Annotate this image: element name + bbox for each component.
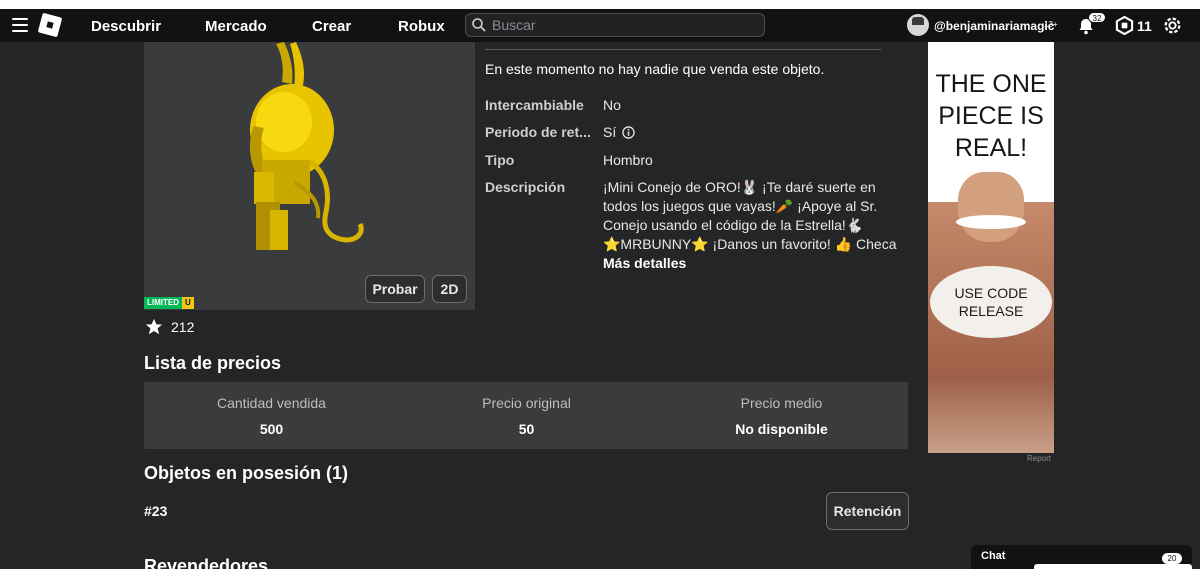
nav-link-create[interactable]: Crear: [312, 18, 351, 35]
price-list-title: Lista de precios: [144, 353, 282, 373]
view-2d-button[interactable]: 2D: [432, 275, 467, 303]
favorite-row[interactable]: 212: [145, 318, 194, 336]
description-label: Descripción: [485, 179, 566, 195]
ad-character-face: [958, 172, 1024, 242]
browser-top-strip: [0, 0, 1200, 9]
nav-link-discover[interactable]: Descubrir: [91, 18, 161, 35]
item-thumbnail: Probar 2D: [144, 42, 475, 310]
age-badge: 13+: [1044, 20, 1058, 29]
nav-link-robux[interactable]: Robux: [398, 18, 445, 35]
nav-link-marketplace[interactable]: Mercado: [205, 18, 267, 35]
owned-items-title: Objetos en posesión (1): [144, 463, 349, 483]
golden-bunny-mask-image: [249, 42, 364, 250]
hold-period-text: Sí: [603, 124, 617, 140]
no-sellers-notice: En este momento no hay nadie que venda e…: [485, 61, 825, 77]
price-column-value: 500: [259, 421, 284, 437]
user-avatar[interactable]: [907, 14, 929, 36]
chat-label[interactable]: Chat: [981, 550, 1005, 562]
ad-report-link[interactable]: Report: [1027, 454, 1051, 463]
roblox-logo-icon[interactable]: [37, 12, 63, 38]
details-divider: [485, 49, 881, 50]
price-column-header: Precio medio: [740, 395, 823, 411]
type-label: Tipo: [485, 152, 515, 168]
hamburger-menu-icon[interactable]: [12, 18, 28, 32]
price-list-table: Cantidad vendida 500 Precio original 50 …: [144, 382, 908, 449]
price-column-header: Cantidad vendida: [217, 395, 326, 411]
info-icon[interactable]: [622, 125, 635, 139]
unique-label: U: [182, 297, 194, 309]
sponsored-ad-banner[interactable]: THE ONE PIECE IS REAL! USE CODE RELEASE: [928, 42, 1054, 453]
owned-serial-number: #23: [144, 503, 168, 519]
ad-speech-bubble: USE CODE RELEASE: [930, 266, 1052, 338]
ad-headline: THE ONE PIECE IS REAL!: [935, 70, 1047, 162]
chat-bar[interactable]: Chat 20: [971, 545, 1192, 569]
chat-search-input[interactable]: [1034, 564, 1192, 569]
resellers-title: Revendedores: [144, 556, 269, 569]
ad-bubble-text: USE CODE RELEASE: [954, 285, 1028, 319]
settings-gear-icon[interactable]: [1162, 15, 1183, 36]
price-column-header: Precio original: [482, 395, 571, 411]
star-icon[interactable]: [145, 318, 163, 336]
favorites-count: 212: [171, 319, 195, 335]
more-details-link[interactable]: Más detalles: [603, 255, 686, 271]
limited-label: LIMITED: [144, 297, 182, 309]
search-icon: [472, 18, 486, 32]
price-column-value: 50: [518, 421, 535, 437]
description-text: ¡Mini Conejo de ORO!🐰 ¡Te daré suerte en…: [603, 179, 897, 252]
type-value: Hombro: [603, 152, 653, 168]
hold-period-label: Periodo de ret...: [485, 124, 591, 140]
robux-icon[interactable]: [1115, 16, 1134, 35]
limited-unique-badge: LIMITED U: [144, 297, 194, 309]
search-box[interactable]: [465, 13, 765, 37]
price-column-sold: Cantidad vendida 500: [144, 395, 399, 437]
hold-period-value: Sí: [603, 124, 635, 140]
price-column-value: No disponible: [735, 421, 828, 437]
try-on-button[interactable]: Probar: [365, 275, 425, 303]
username[interactable]: @benjaminariamagic: [934, 19, 1054, 33]
notifications-count-badge: 32: [1088, 12, 1106, 23]
hold-button[interactable]: Retención: [826, 492, 909, 530]
tradable-label: Intercambiable: [485, 97, 584, 113]
top-navigation-bar: Descubrir Mercado Crear Robux @benjamina…: [0, 9, 1200, 42]
ad-character-mustache: [956, 215, 1026, 229]
tradable-value: No: [603, 97, 621, 113]
robux-balance[interactable]: 11: [1137, 18, 1152, 34]
price-column-original: Precio original 50: [399, 395, 654, 437]
chat-unread-count: 20: [1162, 553, 1182, 564]
search-input[interactable]: [492, 16, 752, 34]
price-column-average: Precio medio No disponible: [654, 395, 909, 437]
